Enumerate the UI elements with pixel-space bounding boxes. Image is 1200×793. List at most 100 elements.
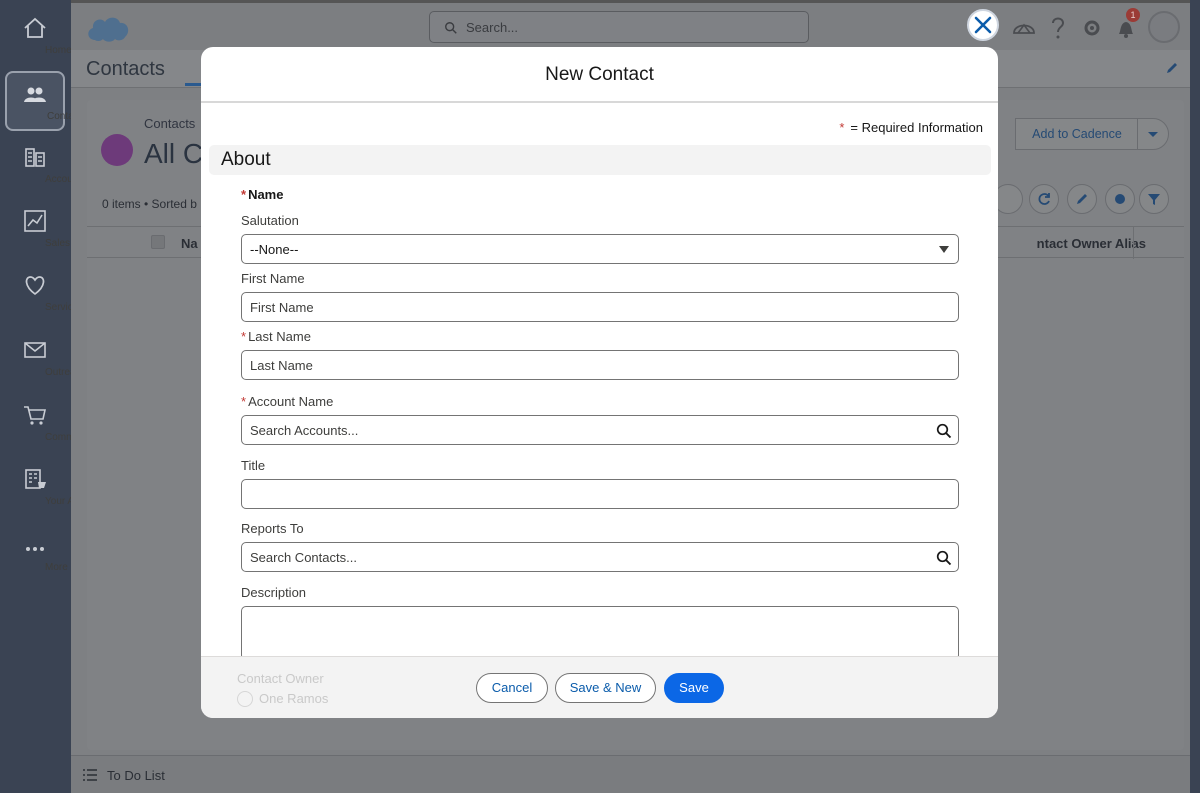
- nav-item-commerce[interactable]: Commerce: [5, 394, 94, 454]
- title-input[interactable]: [241, 479, 959, 509]
- account-search-placeholder: Search Accounts...: [250, 423, 359, 438]
- section-title: About: [221, 149, 271, 170]
- close-modal-button[interactable]: [967, 9, 999, 41]
- window-frame-right: [1190, 0, 1200, 793]
- required-star: *: [241, 329, 247, 344]
- column-header-owner-alias[interactable]: ntact Owner Alias: [1037, 236, 1146, 251]
- required-star: *: [241, 187, 247, 202]
- header-utility-icons: 1: [1010, 8, 1180, 45]
- required-star: *: [241, 394, 247, 409]
- modal-body[interactable]: * = Required Information About * Name Salu…: [201, 103, 998, 656]
- save-and-new-button[interactable]: Save & New: [555, 673, 656, 703]
- list-items-meta: 0 items • Sorted b: [102, 197, 197, 211]
- list-toolbar: [989, 184, 1169, 214]
- user-avatar[interactable]: [1148, 11, 1180, 43]
- salutation-value: --None--: [250, 242, 299, 257]
- search-placeholder: Search...: [466, 20, 519, 35]
- edit-list-button[interactable]: [1067, 184, 1097, 214]
- nav-item-your-account[interactable]: Your Acc...: [5, 458, 92, 518]
- nav-item-accounts[interactable]: Accounts: [5, 136, 86, 196]
- charts-button[interactable]: [1105, 184, 1135, 214]
- nav-item-label: Sales: [45, 238, 71, 249]
- refresh-button[interactable]: [1029, 184, 1059, 214]
- service-icon: [25, 276, 45, 296]
- last-name-input[interactable]: Last Name: [241, 350, 959, 380]
- chevron-down-icon: [1148, 132, 1158, 137]
- nav-item-sales[interactable]: Sales: [5, 200, 70, 260]
- section-about[interactable]: About: [209, 145, 991, 175]
- storefront-icon: [25, 469, 46, 489]
- salutation-select[interactable]: --None--: [241, 234, 959, 264]
- refresh-icon: [1038, 193, 1050, 205]
- column-header-name[interactable]: Na: [181, 236, 198, 251]
- title-label: Title: [241, 458, 266, 473]
- global-search-input[interactable]: Search...: [429, 11, 809, 43]
- reports-to-lookup[interactable]: Search Contacts...: [241, 542, 959, 572]
- last-name-label: * Last Name: [241, 329, 311, 344]
- filter-icon: [1148, 194, 1160, 205]
- breadcrumb[interactable]: Contacts: [144, 116, 195, 131]
- global-header: Search... 1: [71, 0, 1190, 50]
- help-icon[interactable]: [1044, 11, 1072, 45]
- pie-chart-icon: [1115, 194, 1125, 204]
- required-star: *: [839, 120, 845, 135]
- salutation-label: Salutation: [241, 213, 299, 228]
- contacts-search-placeholder: Search Contacts...: [250, 550, 357, 565]
- first-name-placeholder: First Name: [250, 300, 314, 315]
- column-divider: [1133, 227, 1134, 259]
- name-group-label: * Name: [241, 187, 284, 202]
- close-icon: [974, 16, 992, 34]
- account-name-lookup[interactable]: Search Accounts...: [241, 415, 959, 445]
- modal-header: New Contact: [201, 47, 998, 103]
- required-info-note: * = Required Information: [839, 120, 983, 135]
- notification-count-badge: 1: [1126, 8, 1140, 22]
- gear-icon[interactable]: [1078, 11, 1106, 45]
- utility-bar: To Do List: [71, 755, 1190, 793]
- trailhead-icon[interactable]: [1010, 11, 1038, 45]
- first-name-input[interactable]: First Name: [241, 292, 959, 322]
- caret-down-icon: [939, 246, 949, 253]
- pencil-icon: [1077, 194, 1087, 204]
- search-icon: [445, 22, 457, 34]
- reports-to-label: Reports To: [241, 521, 304, 536]
- nav-item-label: Home: [45, 45, 72, 56]
- owner-avatar-icon: [237, 691, 253, 707]
- modal-title: New Contact: [545, 64, 654, 85]
- edit-nav-pencil-icon[interactable]: [1164, 60, 1180, 76]
- description-label: Description: [241, 585, 307, 600]
- search-icon: [936, 550, 952, 566]
- sales-icon: [24, 210, 46, 232]
- nav-item-more[interactable]: More: [5, 524, 68, 584]
- nav-item-label: More: [45, 562, 68, 573]
- todo-list-button[interactable]: To Do List: [107, 768, 165, 783]
- first-name-label: First Name: [241, 271, 305, 286]
- required-note-text: = Required Information: [850, 120, 983, 135]
- nav-item-home[interactable]: Home: [5, 7, 72, 67]
- add-to-cadence-button[interactable]: Add to Cadence: [1015, 118, 1139, 150]
- home-icon: [24, 17, 46, 38]
- app-name: Contacts: [86, 58, 165, 80]
- description-textarea[interactable]: [241, 606, 959, 656]
- todo-list-icon: [83, 769, 97, 781]
- last-name-placeholder: Last Name: [250, 358, 313, 373]
- app-nav-rail: Home Contacts Accounts Sales Service Out…: [0, 0, 94, 793]
- contact-owner-value: One Ramos: [237, 691, 328, 707]
- new-contact-modal: New Contact * = Required Information Abou…: [201, 47, 998, 718]
- save-button[interactable]: Save: [664, 673, 724, 703]
- filter-button[interactable]: [1139, 184, 1169, 214]
- nav-item-contacts[interactable]: Contacts: [5, 71, 86, 131]
- modal-footer: Contact Owner One Ramos Cancel Save & Ne…: [201, 656, 998, 718]
- contact-owner-label: Contact Owner: [237, 671, 324, 686]
- cancel-button[interactable]: Cancel: [476, 673, 548, 703]
- select-all-checkbox[interactable]: [151, 235, 165, 249]
- envelope-icon: [24, 342, 46, 358]
- cart-icon: [24, 406, 46, 425]
- search-icon: [936, 423, 952, 439]
- nav-item-service[interactable]: Service: [5, 264, 78, 324]
- nav-item-outreach[interactable]: Outreach: [5, 329, 86, 389]
- salesforce-cloud-logo: [88, 17, 129, 42]
- contacts-icon: [24, 87, 46, 102]
- notifications-button[interactable]: 1: [1112, 8, 1140, 45]
- account-name-label: * Account Name: [241, 394, 334, 409]
- more-actions-button[interactable]: [1137, 118, 1169, 150]
